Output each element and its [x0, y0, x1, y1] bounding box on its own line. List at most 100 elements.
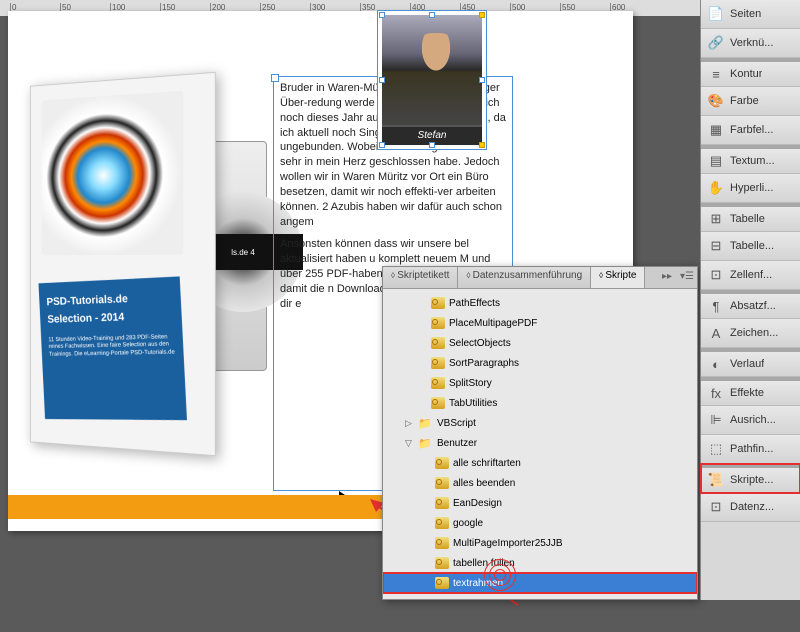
- script-google[interactable]: google: [383, 513, 697, 533]
- handle-w[interactable]: [379, 77, 385, 83]
- script-icon: [435, 457, 449, 469]
- panel-datenz[interactable]: ⊡ Datenz...: [701, 493, 800, 522]
- script-alles-beenden[interactable]: alles beenden: [383, 473, 697, 493]
- script-icon: [435, 537, 449, 549]
- folder-icon: 📁: [417, 436, 433, 450]
- panel-zellenf[interactable]: ⊡Zellenf...: [701, 261, 800, 290]
- tree-label: tabellen füllen: [453, 558, 515, 569]
- panel-verlauf[interactable]: ◐Verlauf: [701, 348, 800, 377]
- tree-label: SortParagraphs: [449, 358, 519, 369]
- scripts-panel-tabs: Skriptetikett Datenzusammenführung Skrip…: [383, 267, 697, 289]
- script-placemultipagepdf[interactable]: PlaceMultipagePDF: [383, 313, 697, 333]
- panel-label: Verknü...: [730, 37, 773, 49]
- script-benutzer[interactable]: ▽📁Benutzer: [383, 433, 697, 453]
- panel-icon: ¶: [708, 298, 724, 314]
- script-patheffects[interactable]: PathEffects: [383, 293, 697, 313]
- script-icon: [435, 497, 449, 509]
- handle-se[interactable]: [479, 142, 485, 148]
- script-icon: [431, 377, 445, 389]
- panel-label: Tabelle: [730, 213, 765, 225]
- handle-sw[interactable]: [379, 142, 385, 148]
- tree-label: SplitStory: [449, 378, 492, 389]
- tree-label: alles beenden: [453, 478, 515, 489]
- script-sortparagraphs[interactable]: SortParagraphs: [383, 353, 697, 373]
- script-splitstory[interactable]: SplitStory: [383, 373, 697, 393]
- panel-label: Verlauf: [730, 358, 764, 370]
- panel-pathfin[interactable]: ⬚Pathfin...: [701, 435, 800, 464]
- panel-absatzf[interactable]: ¶Absatzf...: [701, 290, 800, 319]
- panel-icon: fx: [708, 385, 724, 401]
- tree-label: google: [453, 518, 483, 529]
- script-icon: [431, 317, 445, 329]
- tree-label: PathEffects: [449, 298, 500, 309]
- tree-label: MultiPageImporter25JJB: [453, 538, 563, 549]
- panel-label: Kontur: [730, 68, 762, 80]
- panel-icon: ✋: [708, 180, 724, 196]
- handle-e[interactable]: [479, 77, 485, 83]
- dvd-desc: 11 Stunden Video-Training und 283 PDF-Se…: [48, 334, 176, 360]
- scripts-panel[interactable]: Skriptetikett Datenzusammenführung Skrip…: [382, 266, 698, 600]
- dvd-label: PSD-Tutorials.de Selection - 2014 11 Stun…: [39, 276, 187, 420]
- script-icon: [435, 477, 449, 489]
- script-multipageimporter25jjb[interactable]: MultiPageImporter25JJB: [383, 533, 697, 553]
- handle-nw[interactable]: [379, 12, 385, 18]
- dvd-product-image: ls.de 4 PSD-Tutorials.deSelection - 2014…: [22, 71, 262, 461]
- script-icon: [435, 577, 449, 589]
- dvd-title-2: Selection - 2014: [47, 311, 124, 325]
- script-tabellen-füllen[interactable]: tabellen füllen: [383, 553, 697, 573]
- panel-farbfel[interactable]: ▦Farbfel...: [701, 116, 800, 145]
- panel-zeichen[interactable]: AZeichen...: [701, 319, 800, 348]
- script-textrahmen[interactable]: textrahmen: [383, 573, 697, 593]
- panel-icon: 🔗: [708, 35, 724, 51]
- panel-skripte[interactable]: 📜 Skripte...: [701, 464, 800, 493]
- panel-label: Ausrich...: [730, 414, 776, 426]
- panel-tabelle[interactable]: ⊟Tabelle...: [701, 232, 800, 261]
- panel-icon: ⊞: [708, 211, 724, 227]
- panel-hyperli[interactable]: ✋ Hyperli...: [701, 174, 800, 203]
- scripts-tree[interactable]: PathEffects PlaceMultipagePDFSelectObject…: [383, 289, 697, 597]
- photo-frame[interactable]: Stefan: [378, 11, 486, 149]
- script-vbscript[interactable]: ▷📁VBScript: [383, 413, 697, 433]
- panel-menu-icon[interactable]: ▾☰: [677, 267, 697, 288]
- panel-textum[interactable]: ▤Textum...: [701, 145, 800, 174]
- panel-label: Hyperli...: [730, 182, 773, 194]
- handle-n[interactable]: [429, 12, 435, 18]
- tab-skripte[interactable]: Skripte: [591, 267, 645, 288]
- panel-ausrich[interactable]: ⊫ Ausrich...: [701, 406, 800, 435]
- tab-datenzusammenfuehrung[interactable]: Datenzusammenführung: [458, 267, 591, 288]
- panel-label: Datenz...: [730, 501, 774, 513]
- script-tabutilities[interactable]: TabUtilities: [383, 393, 697, 413]
- script-eandesign[interactable]: EanDesign: [383, 493, 697, 513]
- handle-ne[interactable]: [479, 12, 485, 18]
- panel-seiten[interactable]: 📄Seiten: [701, 0, 800, 29]
- panel-farbe[interactable]: 🎨Farbe: [701, 87, 800, 116]
- panel-effekte[interactable]: fxEffekte: [701, 377, 800, 406]
- panel-verknü[interactable]: 🔗 Verknü...: [701, 29, 800, 58]
- script-icon: [431, 337, 445, 349]
- script-icon: [431, 357, 445, 369]
- panel-icon: ▦: [708, 122, 724, 138]
- panel-collapse-icon[interactable]: ▸▸: [657, 267, 677, 288]
- script-alle-schriftarten[interactable]: alle schriftarten: [383, 453, 697, 473]
- panel-label: Skripte...: [730, 474, 773, 486]
- panel-kontur[interactable]: ≡Kontur: [701, 58, 800, 87]
- panel-icon: ⊫: [708, 412, 724, 428]
- script-icon: [435, 557, 449, 569]
- tree-label: alle schriftarten: [453, 458, 521, 469]
- photo-image: [382, 15, 482, 125]
- script-icon: [431, 397, 445, 409]
- tree-label: Benutzer: [437, 438, 477, 449]
- dvd-title-1: PSD-Tutorials.de: [46, 293, 128, 308]
- tree-label: EanDesign: [453, 498, 502, 509]
- panel-tabelle[interactable]: ⊞ Tabelle: [701, 203, 800, 232]
- script-selectobjects[interactable]: SelectObjects: [383, 333, 697, 353]
- right-panels-dock: 📄Seiten 🔗 Verknü... ≡Kontur🎨Farbe▦Farbfel..…: [700, 0, 800, 600]
- panel-icon: ⊡: [708, 499, 724, 515]
- script-icon: [431, 297, 445, 309]
- panel-icon: ⬚: [708, 441, 724, 457]
- handle-s[interactable]: [429, 142, 435, 148]
- tab-skriptetikett[interactable]: Skriptetikett: [383, 267, 458, 288]
- tree-label: TabUtilities: [449, 398, 497, 409]
- panel-label: Seiten: [730, 8, 761, 20]
- panel-icon: 📜: [708, 472, 724, 488]
